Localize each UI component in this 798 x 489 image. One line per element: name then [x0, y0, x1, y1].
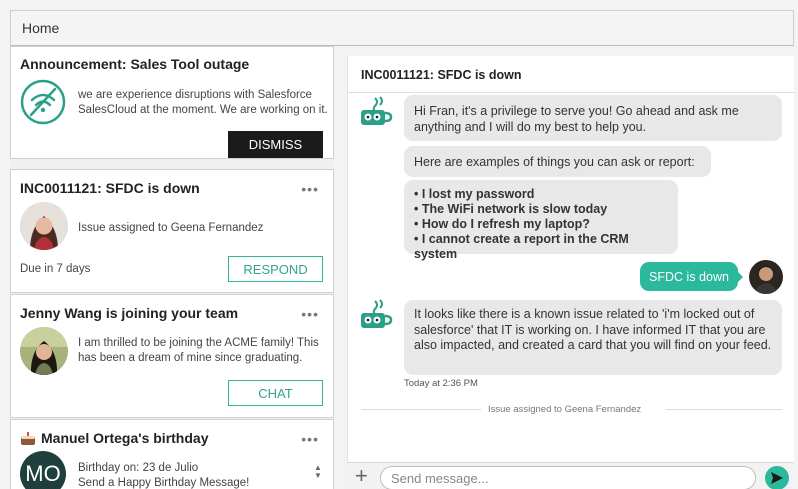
bot-message: It looks like there is a known issue rel…: [404, 300, 782, 375]
incident-title: INC0011121: SFDC is down: [20, 180, 200, 196]
divider: [361, 409, 481, 410]
timestamp: Today at 2:36 PM: [404, 378, 478, 389]
avatar: [749, 260, 783, 294]
chat-panel: INC0011121: SFDC is down Hi Fran, it's a…: [347, 56, 795, 489]
joining-card[interactable]: Jenny Wang is joining your team ••• I am…: [10, 294, 334, 418]
avatar: [20, 327, 68, 375]
user-message-tail: [737, 271, 743, 283]
chat-title: INC0011121: SFDC is down: [361, 68, 522, 82]
birthday-title: Manuel Ortega's birthday: [41, 430, 209, 446]
announcement-text: we are experience disruptions with Sales…: [78, 89, 328, 116]
bot-message: Hi Fran, it's a privilege to serve you! …: [404, 95, 782, 141]
joining-more-icon[interactable]: •••: [301, 306, 319, 322]
feed-panel[interactable]: Announcement: Sales Tool outage we are e…: [10, 46, 334, 489]
joining-text: I am thrilled to be joining the ACME fam…: [78, 337, 319, 364]
incident-card[interactable]: INC0011121: SFDC is down ••• Issue assig…: [10, 169, 334, 293]
example-item: • I cannot create a report in the CRM sy…: [414, 232, 629, 261]
top-bar: Home: [10, 10, 794, 46]
birthday-line1: Birthday on: 23 de Julio: [78, 462, 199, 474]
send-icon: [771, 472, 783, 484]
birthday-more-icon[interactable]: •••: [301, 431, 319, 447]
example-item: • The WiFi network is slow today: [414, 202, 608, 216]
chat-button[interactable]: CHAT: [228, 380, 323, 406]
send-button[interactable]: [765, 466, 789, 489]
divider: [666, 409, 782, 410]
system-note: Issue assigned to Geena Fernandez: [488, 404, 642, 415]
examples-list: • I lost my password • The WiFi network …: [404, 180, 678, 261]
add-icon[interactable]: +: [355, 464, 368, 488]
announcement-title: Announcement: Sales Tool outage: [20, 56, 250, 72]
due-date: Due in 7 days: [20, 263, 91, 275]
user-message: SFDC is down: [640, 262, 738, 291]
no-wifi-icon: [20, 79, 66, 125]
example-item: • How do I refresh my laptop?: [414, 217, 590, 231]
incident-more-icon[interactable]: •••: [301, 181, 319, 197]
message-composer: +: [347, 462, 794, 489]
page-title: Home: [22, 20, 60, 36]
cake-icon: [20, 430, 36, 446]
divider: [348, 92, 795, 93]
birthday-card[interactable]: Manuel Ortega's birthday ••• MO Birthday…: [10, 419, 334, 489]
coffee-cup-icon: [359, 299, 393, 331]
respond-button[interactable]: RESPOND: [228, 256, 323, 282]
coffee-cup-icon: [359, 96, 393, 128]
birthday-line2: Send a Happy Birthday Message!: [78, 477, 250, 489]
announcement-card: Announcement: Sales Tool outage we are e…: [10, 46, 334, 159]
dismiss-button[interactable]: DISMISS: [228, 131, 323, 158]
incident-text: Issue assigned to Geena Fernandez: [78, 222, 264, 234]
avatar: [20, 202, 68, 250]
joining-title: Jenny Wang is joining your team: [20, 305, 239, 321]
example-item: • I lost my password: [414, 187, 535, 201]
message-input[interactable]: [380, 466, 756, 489]
bot-message: Here are examples of things you can ask …: [404, 146, 711, 177]
avatar-initials: MO: [20, 451, 66, 489]
scroll-stepper-icon[interactable]: ▲ ▼: [313, 464, 323, 489]
